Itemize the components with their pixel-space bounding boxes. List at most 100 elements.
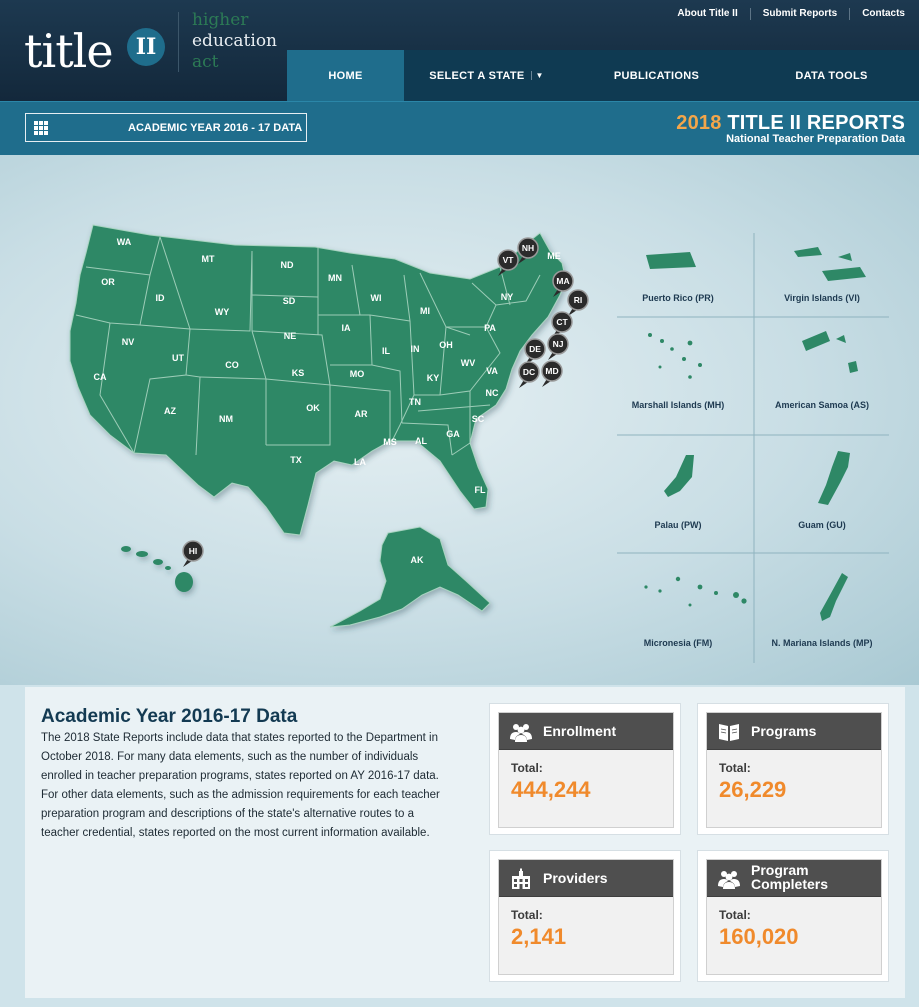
state-label-sc[interactable]: SC [472, 414, 485, 424]
state-label-ky[interactable]: KY [427, 373, 440, 383]
state-label-mi[interactable]: MI [420, 306, 430, 316]
academic-year-selector[interactable]: ACADEMIC YEAR 2016 - 17 DATA [25, 113, 307, 142]
state-label-tn[interactable]: TN [409, 397, 421, 407]
state-label-il[interactable]: IL [382, 346, 391, 356]
puerto-rico-shape [646, 252, 696, 269]
svg-text:RI: RI [574, 295, 583, 305]
alaska-shape [329, 526, 491, 628]
state-label-me[interactable]: ME [547, 251, 561, 261]
people-icon [718, 871, 740, 889]
providers-card[interactable]: Providers Total: 2,141 [489, 850, 681, 982]
logo-sub-act: act [192, 52, 219, 72]
svg-text:VT: VT [503, 255, 515, 265]
state-pin-de[interactable]: DE [524, 338, 546, 365]
guam-shape [818, 451, 850, 505]
state-label-mo[interactable]: MO [350, 369, 365, 379]
program-completers-title: Program Completers [751, 862, 829, 892]
state-label-ms[interactable]: MS [383, 437, 397, 447]
state-label-nd[interactable]: ND [281, 260, 294, 270]
state-label-nc[interactable]: NC [486, 388, 499, 398]
nav-select-state-label: SELECT A STATE [429, 69, 525, 82]
territory-label-3[interactable]: American Samoa (AS) [775, 400, 869, 410]
academic-year-label: ACADEMIC YEAR 2016 - 17 DATA [128, 122, 303, 134]
state-label-ut[interactable]: UT [172, 353, 184, 363]
state-label-ks[interactable]: KS [292, 368, 305, 378]
chevron-down-icon: ▼ [530, 71, 544, 80]
territory-label-7[interactable]: N. Mariana Islands (MP) [771, 638, 872, 648]
about-title-ii-link[interactable]: About Title II [665, 8, 751, 20]
logo-word: title [24, 24, 114, 78]
state-label-ga[interactable]: GA [446, 429, 460, 439]
building-icon [512, 868, 530, 889]
state-label-or[interactable]: OR [101, 277, 115, 287]
summary-heading: Academic Year 2016-17 Data [41, 706, 298, 727]
state-label-tx[interactable]: TX [290, 455, 302, 465]
state-label-va[interactable]: VA [486, 366, 498, 376]
state-pin-dc[interactable]: DC [518, 361, 540, 388]
state-label-mn[interactable]: MN [328, 273, 342, 283]
book-icon [719, 724, 739, 741]
state-pin-hi[interactable]: HI [182, 540, 204, 567]
report-title: 2018 TITLE II REPORTS National Teacher P… [676, 112, 905, 145]
territory-label-4[interactable]: Palau (PW) [654, 520, 701, 530]
state-label-in[interactable]: IN [411, 344, 420, 354]
summary-body: The 2018 State Reports include data that… [41, 732, 440, 839]
logo-badge: II [127, 28, 165, 66]
state-label-co[interactable]: CO [225, 360, 239, 370]
hawaii-shape [121, 546, 193, 592]
state-label-ny[interactable]: NY [501, 292, 514, 302]
state-label-la[interactable]: LA [354, 457, 366, 467]
logo-subtitle: higher education act [192, 10, 277, 73]
submit-reports-link[interactable]: Submit Reports [751, 8, 851, 20]
svg-text:DC: DC [523, 367, 535, 377]
state-label-pa[interactable]: PA [484, 323, 496, 333]
programs-card[interactable]: Programs Total: 26,229 [697, 703, 889, 835]
state-pin-md[interactable]: MD [541, 360, 563, 387]
state-label-wa[interactable]: WA [117, 237, 132, 247]
enrollment-value: 444,244 [511, 777, 591, 802]
enrollment-card[interactable]: Enrollment Total: 444,244 [489, 703, 681, 835]
svg-text:MD: MD [545, 366, 558, 376]
state-label-oh[interactable]: OH [439, 340, 453, 350]
svg-text:NJ: NJ [553, 339, 564, 349]
nav-select-state[interactable]: SELECT A STATE ▼ [404, 50, 569, 101]
nav-data-tools[interactable]: DATA TOOLS [744, 50, 919, 101]
svg-text:CT: CT [556, 317, 568, 327]
state-label-fl[interactable]: FL [475, 485, 486, 495]
state-label-wv[interactable]: WV [461, 358, 476, 368]
report-bar: ACADEMIC YEAR 2016 - 17 DATA 2018 TITLE … [0, 101, 919, 155]
state-label-nv[interactable]: NV [122, 337, 135, 347]
state-label-sd[interactable]: SD [283, 296, 296, 306]
state-label-wy[interactable]: WY [215, 307, 230, 317]
state-label-ak[interactable]: AK [411, 555, 424, 565]
nav-home[interactable]: HOME [287, 50, 404, 101]
programs-value: 26,229 [719, 777, 787, 802]
territory-label-5[interactable]: Guam (GU) [798, 520, 846, 530]
state-label-id[interactable]: ID [156, 293, 166, 303]
state-label-ok[interactable]: OK [306, 403, 320, 413]
program-completers-card[interactable]: Program Completers Total: 160,020 [697, 850, 889, 982]
state-label-mt[interactable]: MT [202, 254, 215, 264]
state-label-wi[interactable]: WI [371, 293, 382, 303]
state-label-al[interactable]: AL [415, 436, 427, 446]
state-label-ar[interactable]: AR [355, 409, 368, 419]
report-title-text: TITLE II REPORTS [727, 112, 905, 134]
state-label-ia[interactable]: IA [342, 323, 352, 333]
state-pin-ri[interactable]: RI [567, 289, 589, 316]
summary-section: Academic Year 2016-17 Data The 2018 Stat… [25, 687, 905, 998]
state-label-nm[interactable]: NM [219, 414, 233, 424]
territory-label-2[interactable]: Marshall Islands (MH) [632, 400, 725, 410]
state-label-ca[interactable]: CA [94, 372, 107, 382]
territory-label-6[interactable]: Micronesia (FM) [644, 638, 713, 648]
enrollment-total-label: Total: [511, 761, 543, 775]
svg-text:HI: HI [189, 546, 198, 556]
state-label-az[interactable]: AZ [164, 406, 176, 416]
nav-publications[interactable]: PUBLICATIONS [569, 50, 744, 101]
micronesia-shape [644, 576, 747, 607]
state-label-ne[interactable]: NE [284, 331, 297, 341]
providers-total-label: Total: [511, 908, 543, 922]
contacts-link[interactable]: Contacts [850, 8, 905, 20]
state-pin-nj[interactable]: NJ [547, 333, 569, 360]
territory-label-0[interactable]: Puerto Rico (PR) [642, 293, 714, 303]
territory-label-1[interactable]: Virgin Islands (VI) [784, 293, 860, 303]
